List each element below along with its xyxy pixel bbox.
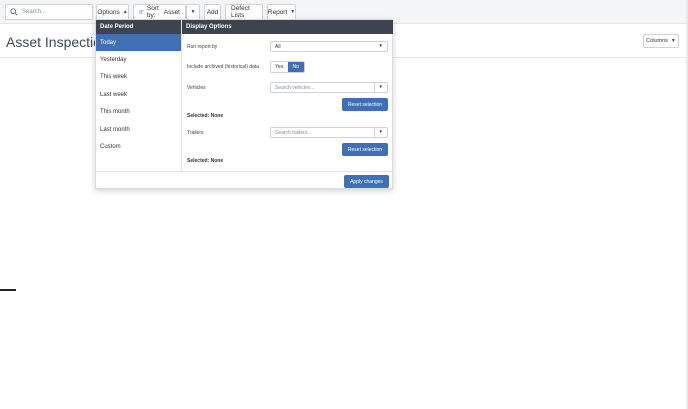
apply-changes-button[interactable]: Apply changes	[344, 175, 389, 188]
options-label: Options	[97, 8, 120, 16]
run-report-label: Run report by	[187, 44, 218, 50]
sort-value: Asset	[163, 8, 180, 16]
run-report-select[interactable]: All ▼	[270, 41, 388, 52]
archived-toggle: Yes No	[270, 61, 305, 73]
page-title: Asset Inspection	[6, 34, 109, 50]
report-button[interactable]: Report ▼	[267, 4, 296, 20]
report-label: Report	[267, 8, 288, 16]
sort-button[interactable]: Sort by: Asset	[133, 4, 186, 20]
caret-up-icon: ▲	[122, 9, 128, 15]
sort-icon	[139, 10, 144, 14]
vehicles-selected-text: Selected: None	[187, 113, 224, 119]
period-custom[interactable]: Custom	[96, 138, 181, 155]
date-period-column: Date Period Today Yesterday This week La…	[96, 20, 182, 171]
chevron-down-icon: ▼	[378, 129, 383, 134]
columns-label: Columns	[646, 38, 668, 44]
add-button[interactable]: Add	[204, 4, 221, 20]
reset-trailers-button[interactable]: Reset selection	[342, 143, 388, 156]
reset-vehicles-button[interactable]: Reset selection	[342, 98, 388, 111]
period-last-month[interactable]: Last month	[96, 121, 181, 138]
period-this-week[interactable]: This week	[96, 69, 181, 86]
trailers-search-input[interactable]: Search trailers... ▼	[270, 127, 388, 138]
options-button[interactable]: Options ▲	[96, 4, 129, 20]
search-icon	[10, 8, 18, 16]
chevron-down-icon: ▼	[378, 43, 383, 48]
archived-yes-button[interactable]: Yes	[271, 62, 288, 72]
archived-no-button[interactable]: No	[287, 62, 304, 72]
chevron-down-icon: ▼	[290, 9, 296, 15]
chevron-down-icon: ▼	[670, 38, 676, 44]
defect-lists-button[interactable]: Defect Lists	[225, 4, 263, 20]
select-separator	[374, 83, 375, 92]
search-input[interactable]: Search...	[5, 4, 93, 20]
display-options-header: Display Options	[182, 20, 393, 34]
select-separator	[374, 128, 375, 137]
trailers-placeholder: Search trailers...	[275, 129, 312, 136]
display-options-column: Display Options Run report by All ▼ Incl…	[182, 20, 393, 171]
panel-footer: Apply changes	[96, 171, 393, 189]
period-today[interactable]: Today	[96, 34, 181, 52]
period-last-week[interactable]: Last week	[96, 86, 181, 103]
vehicles-search-input[interactable]: Search vehicles... ▼	[270, 82, 388, 93]
add-label: Add	[206, 8, 219, 16]
archived-label: Include archived (historical) data	[187, 64, 259, 70]
period-this-month[interactable]: This month	[96, 104, 181, 121]
chevron-down-icon: ▼	[190, 9, 196, 15]
sort-label: Sort by:	[146, 5, 159, 19]
vehicles-label: Vehicles	[187, 85, 206, 91]
trailers-selected-text: Selected: None	[187, 158, 224, 164]
chevron-down-icon: ▼	[378, 84, 383, 89]
scroll-marker	[0, 289, 16, 291]
sort-dropdown-button[interactable]: ▼	[186, 4, 200, 20]
options-panel: Date Period Today Yesterday This week La…	[95, 19, 393, 189]
defect-lists-label: Defect Lists	[231, 5, 250, 19]
trailers-label: Trailers	[187, 130, 204, 136]
period-yesterday[interactable]: Yesterday	[96, 51, 181, 68]
vehicles-placeholder: Search vehicles...	[275, 84, 315, 91]
columns-button[interactable]: Columns ▼	[643, 34, 679, 48]
date-period-header: Date Period	[96, 20, 181, 34]
search-placeholder: Search...	[22, 9, 47, 15]
run-report-value: All	[275, 43, 281, 50]
